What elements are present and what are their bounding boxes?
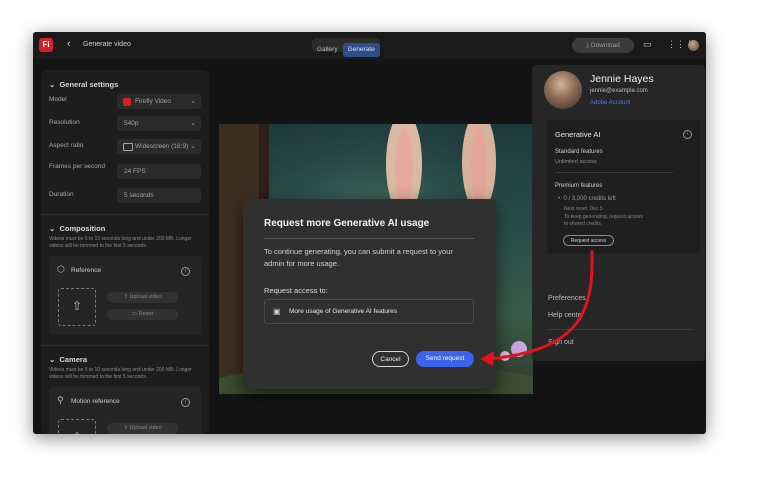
annotation-arrow — [480, 250, 594, 366]
app-window: Fi ‹ Generate video Gallery Generate ⤓ Do… — [33, 32, 706, 434]
